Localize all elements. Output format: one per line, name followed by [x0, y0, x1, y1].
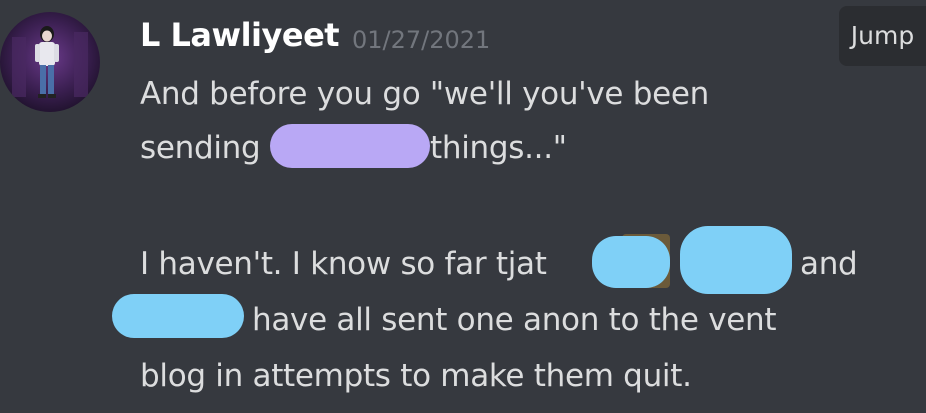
message-line: blog in attempts to make them quit. — [140, 358, 692, 394]
redaction-mark — [592, 236, 670, 288]
message-line: have all sent one anon to the vent — [252, 302, 777, 338]
message-line: And before you go "we'll you've been — [140, 76, 710, 112]
message-line: sending — [140, 130, 261, 166]
message-line: things..." — [430, 130, 567, 166]
redaction-mark — [270, 124, 430, 168]
redaction-mark — [680, 226, 792, 294]
user-avatar-icon[interactable] — [0, 12, 100, 112]
message-timestamp: 01/27/2021 — [352, 26, 491, 54]
author-username[interactable]: L Lawliyeet — [140, 16, 340, 54]
jump-button[interactable]: Jump — [839, 6, 926, 66]
redaction-mark — [112, 294, 244, 338]
message-line: and — [800, 246, 858, 282]
message-line: I haven't. I know so far tjat — [140, 246, 547, 282]
